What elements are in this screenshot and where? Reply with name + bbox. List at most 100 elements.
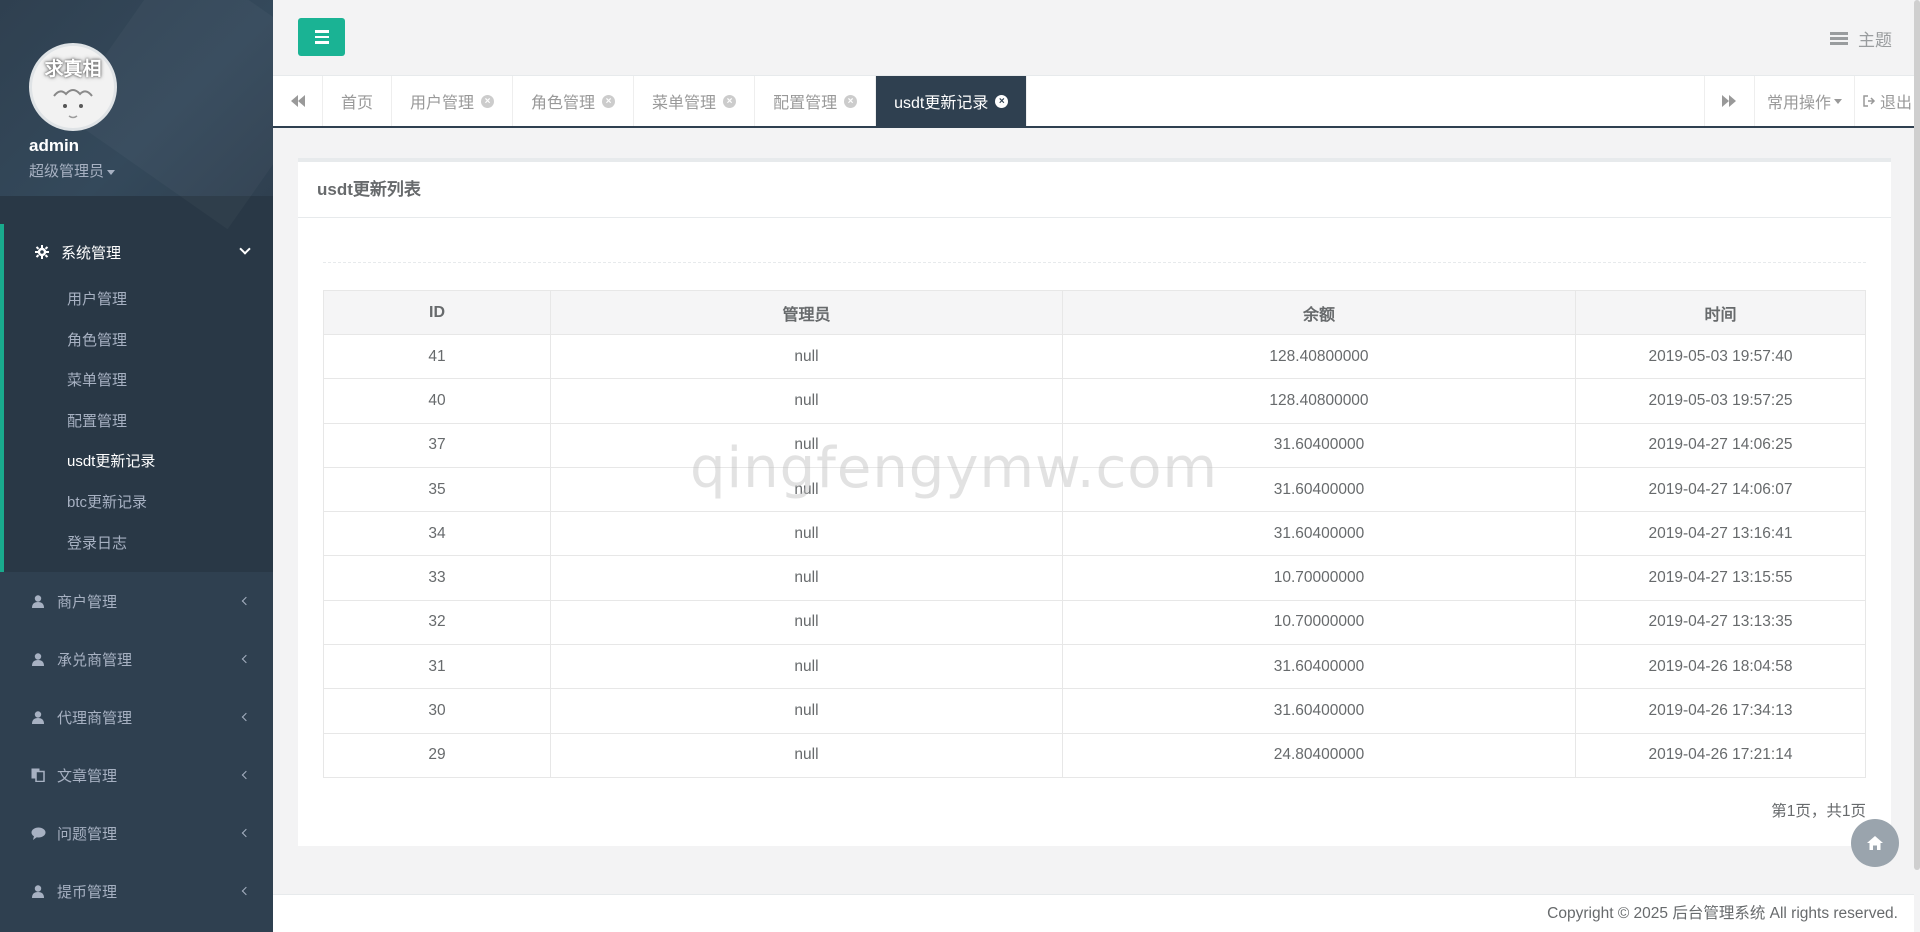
top-bar: 主题 [273,0,1920,76]
cell-balance: 31.60400000 [1062,688,1576,734]
cell-balance: 31.60400000 [1062,644,1576,690]
double-chevron-right-icon [1722,95,1737,107]
sidebar-item-login-log[interactable]: 登录日志 [4,524,273,565]
nav-label: 问题管理 [57,825,118,843]
cell-time: 2019-04-26 17:21:14 [1575,732,1866,778]
logout-label: 退出 [1879,95,1912,112]
cell-time: 2019-04-27 13:13:35 [1575,599,1866,646]
cell-time: 2019-05-03 19:57:40 [1575,333,1866,380]
theme-button[interactable]: 主题 [1830,26,1892,51]
sidebar-item-config-management[interactable]: 配置管理 [4,402,273,443]
theme-label: 主题 [1858,31,1892,50]
cell-admin: null [550,422,1063,468]
divider [323,262,1866,263]
tab-label: 配置管理 [773,95,838,112]
nav-label: 提币管理 [57,883,118,901]
cell-id: 40 [323,378,551,424]
sidebar-toggle-button[interactable] [298,18,345,56]
sidebar-item-article[interactable]: 文章管理 [0,746,273,804]
close-icon[interactable]: × [995,94,1009,108]
tabs-scroll-left-button[interactable] [273,76,323,126]
chevron-left-icon [241,654,251,664]
cell-balance: 10.70000000 [1062,599,1576,646]
tabs-right-actions: 常用操作 退出 [1703,76,1920,126]
sidebar-item-agent[interactable]: 代理商管理 [0,688,273,746]
tab-config-management[interactable]: 配置管理 × [755,76,877,126]
cell-time: 2019-04-26 18:04:58 [1575,644,1866,690]
column-header-admin: 管理员 [550,290,1063,335]
page-scrollbar[interactable] [1914,0,1920,932]
avatar[interactable]: 求真相 [29,43,117,131]
hamburger-icon [314,30,329,33]
tab-label: 菜单管理 [652,95,717,112]
user-icon [29,884,47,898]
cell-admin: null [550,333,1063,380]
cell-time: 2019-04-27 13:15:55 [1575,555,1866,601]
table-row: 37 null 31.60400000 2019-04-27 14:06:25 [323,422,1866,468]
cell-time: 2019-04-26 17:34:13 [1575,688,1866,734]
caret-down-icon [1833,98,1842,104]
tab-usdt-records[interactable]: usdt更新记录 × [876,76,1028,126]
profile-name: admin [29,136,80,155]
cell-id: 32 [323,599,551,646]
common-actions-label: 常用操作 [1766,95,1831,112]
home-button[interactable] [1851,819,1899,867]
usdt-list-panel: usdt更新列表 ID 管理员 余额 时间 41 null 128.40800000… [298,158,1891,846]
copy-icon [29,768,47,783]
cell-balance: 10.70000000 [1062,555,1576,601]
hamburger-icon-line [314,35,329,39]
sidebar-item-role-management[interactable]: 角色管理 [4,321,273,362]
profile-role-dropdown[interactable]: 超级管理员 [29,160,116,181]
sidebar-item-withdraw[interactable]: 提币管理 [0,862,273,920]
close-icon[interactable]: × [844,94,858,108]
tab-menu-management[interactable]: 菜单管理 × [634,76,756,126]
sidebar-item-merchant[interactable]: 商户管理 [0,572,273,630]
usdt-records-table: ID 管理员 余额 时间 41 null 128.40800000 2019-05-0… [323,290,1866,778]
sidebar-item-user-management[interactable]: 用户管理 [4,280,273,321]
close-icon[interactable]: × [481,94,495,108]
home-icon [1867,836,1883,850]
avatar-face-icon [53,89,93,119]
table-row: 31 null 31.60400000 2019-04-26 18:04:58 [323,644,1866,690]
nav-group-label: 系统管理 [61,244,122,262]
tab-role-management[interactable]: 角色管理 × [513,76,635,126]
footer: Copyright © 2025 后台管理系统 All rights reser… [273,894,1920,932]
sidebar: 求真相 admin 超级管理员 系统管理 用户管理 角色管理 菜单管理 配置管理… [0,0,273,932]
sidebar-item-question[interactable]: 问题管理 [0,804,273,862]
tab-home[interactable]: 首页 [323,76,393,126]
sidebar-item-acceptor[interactable]: 承兑商管理 [0,630,273,688]
table-row: 40 null 128.40800000 2019-05-03 19:57:25 [323,378,1866,424]
logout-button[interactable]: 退出 [1853,76,1920,126]
common-actions-dropdown[interactable]: 常用操作 [1753,76,1854,126]
nav-group-header-system[interactable]: 系统管理 [4,224,273,280]
close-icon[interactable]: × [602,94,616,108]
cell-admin: null [550,599,1063,646]
table-body: 41 null 128.40800000 2019-05-03 19:57:40 40 n… [323,333,1866,778]
double-chevron-left-icon [290,95,305,107]
cell-id: 34 [323,511,551,557]
cell-admin: null [550,732,1063,778]
cell-time: 2019-04-27 14:06:07 [1575,466,1866,513]
sidebar-item-btc-records[interactable]: btc更新记录 [4,483,273,524]
cell-balance: 31.60400000 [1062,511,1576,557]
cell-admin: null [550,644,1063,690]
sidebar-item-menu-management[interactable]: 菜单管理 [4,361,273,402]
pagination-info: 第1页，共1页 [1771,803,1866,820]
column-header-time: 时间 [1575,290,1866,335]
cell-id: 30 [323,688,551,734]
table-row: 35 null 31.60400000 2019-04-27 14:06:07 [323,466,1866,513]
table-row: 34 null 31.60400000 2019-04-27 13:16:41 [323,511,1866,557]
close-icon[interactable]: × [723,94,737,108]
tab-label: 角色管理 [531,95,596,112]
nav-group-system: 系统管理 用户管理 角色管理 菜单管理 配置管理 usdt更新记录 btc更新记… [0,224,273,573]
tab-user-management[interactable]: 用户管理 × [392,76,514,126]
cell-balance: 31.60400000 [1062,422,1576,468]
copyright-text: Copyright © 2025 后台管理系统 All rights reser… [1547,905,1898,922]
scrollbar-thumb[interactable] [1914,0,1920,870]
tab-label: usdt更新记录 [894,95,989,112]
chevron-down-icon [239,243,251,255]
tabs-scroll-right-button[interactable] [1703,76,1754,126]
profile-role-label: 超级管理员 [29,163,105,180]
cell-id: 35 [323,466,551,513]
sidebar-item-usdt-records[interactable]: usdt更新记录 [4,442,273,483]
